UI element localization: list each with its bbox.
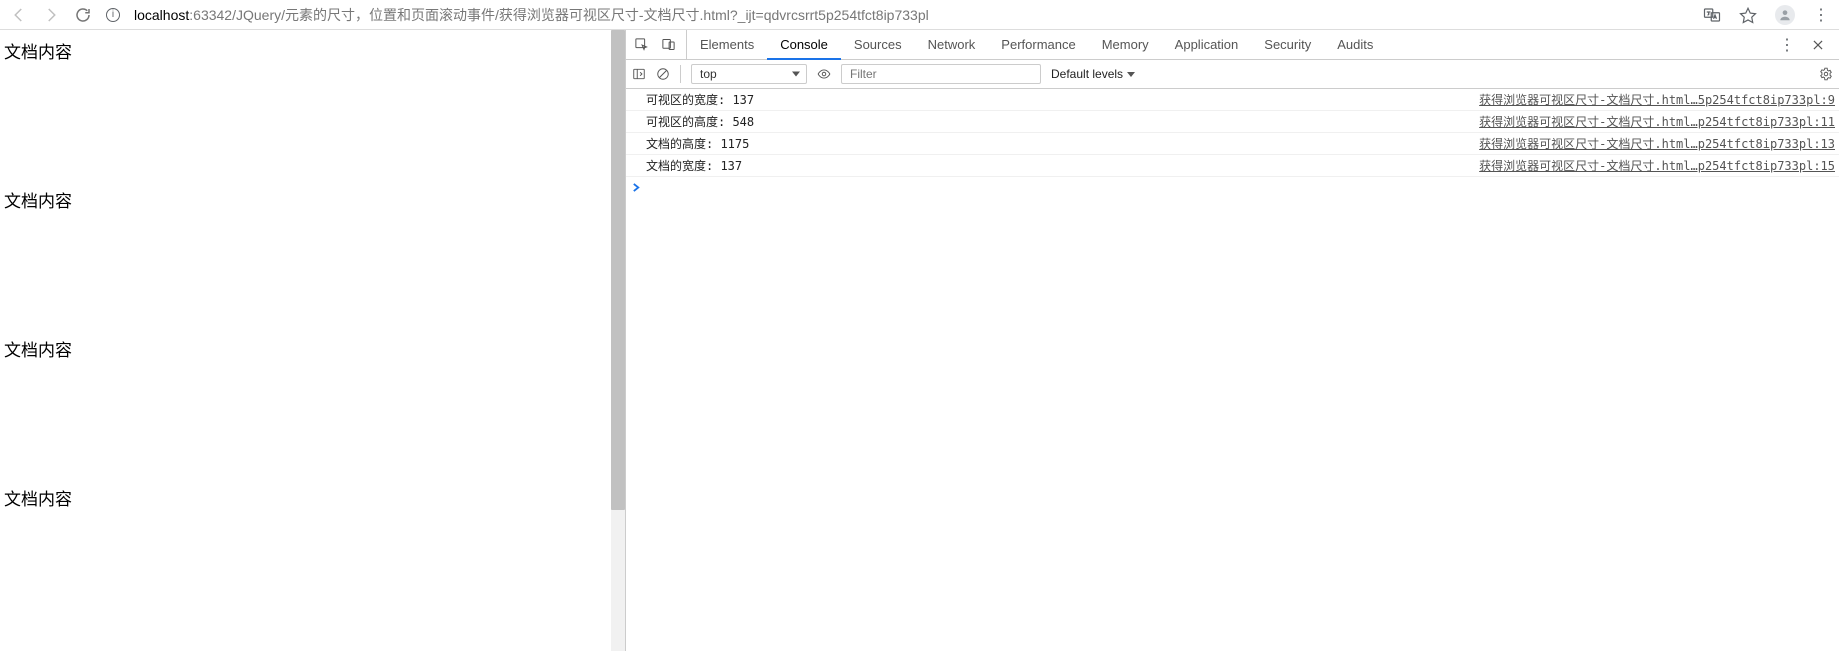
chevron-right-icon bbox=[632, 183, 641, 192]
console-filter-input[interactable] bbox=[841, 64, 1041, 84]
chevron-down-icon bbox=[792, 72, 800, 77]
tab-label: Network bbox=[928, 37, 976, 52]
live-expression-icon[interactable] bbox=[817, 67, 831, 81]
nav-buttons bbox=[10, 6, 92, 24]
devtools-panel: Elements Console Sources Network Perform… bbox=[625, 30, 1839, 651]
star-icon[interactable] bbox=[1739, 6, 1757, 24]
device-toggle-icon[interactable] bbox=[661, 37, 676, 52]
tab-label: Memory bbox=[1102, 37, 1149, 52]
tab-label: Sources bbox=[854, 37, 902, 52]
tab-elements[interactable]: Elements bbox=[687, 30, 767, 59]
tab-label: Console bbox=[780, 37, 828, 52]
url-display[interactable]: localhost:63342/JQuery/元素的尺寸，位置和页面滚动事件/获… bbox=[134, 5, 1689, 25]
inspect-element-icon[interactable] bbox=[634, 37, 649, 52]
console-message: 文档的高度: 1175 bbox=[646, 135, 749, 152]
main-split: 文档内容 文档内容 文档内容 文档内容 Elements Console Sou… bbox=[0, 30, 1839, 651]
console-source-link[interactable]: 获得浏览器可视区尺寸-文档尺寸.html…p254tfct8ip733pl:15 bbox=[1479, 157, 1835, 174]
tab-console[interactable]: Console bbox=[767, 31, 841, 60]
tab-security[interactable]: Security bbox=[1251, 30, 1324, 59]
forward-icon[interactable] bbox=[42, 6, 60, 24]
chevron-down-icon bbox=[1127, 72, 1135, 77]
document-paragraph: 文档内容 bbox=[4, 485, 607, 510]
clear-console-icon[interactable] bbox=[656, 67, 670, 81]
tab-label: Performance bbox=[1001, 37, 1075, 52]
console-source-link[interactable]: 获得浏览器可视区尺寸-文档尺寸.html…p254tfct8ip733pl:11 bbox=[1479, 113, 1835, 130]
console-message: 可视区的宽度: 137 bbox=[646, 91, 754, 108]
tab-audits[interactable]: Audits bbox=[1324, 30, 1386, 59]
devtools-right-icons: ⋮ bbox=[1771, 35, 1833, 55]
console-message-row: 可视区的高度: 548 获得浏览器可视区尺寸-文档尺寸.html…p254tfc… bbox=[626, 111, 1839, 133]
toolbar-right: ⋮ bbox=[1703, 5, 1829, 25]
browser-toolbar: i localhost:63342/JQuery/元素的尺寸，位置和页面滚动事件… bbox=[0, 0, 1839, 30]
log-level-label: Default levels bbox=[1051, 67, 1123, 81]
scrollbar-track[interactable] bbox=[611, 30, 625, 651]
tab-label: Security bbox=[1264, 37, 1311, 52]
document-paragraph: 文档内容 bbox=[4, 187, 607, 212]
console-sidebar-toggle-icon[interactable] bbox=[632, 67, 646, 81]
scrollbar-thumb[interactable] bbox=[611, 30, 625, 510]
devtools-left-icons bbox=[632, 30, 687, 59]
log-level-selector[interactable]: Default levels bbox=[1051, 67, 1135, 81]
url-host: localhost bbox=[134, 7, 189, 23]
devtools-close-icon[interactable] bbox=[1811, 38, 1825, 52]
console-message-row: 文档的宽度: 137 获得浏览器可视区尺寸-文档尺寸.html…p254tfct… bbox=[626, 155, 1839, 177]
context-selector[interactable]: top bbox=[691, 64, 807, 84]
separator bbox=[680, 65, 681, 83]
document-paragraph: 文档内容 bbox=[4, 38, 607, 63]
devtools-tabstrip: Elements Console Sources Network Perform… bbox=[626, 30, 1839, 60]
console-toolbar: top Default levels bbox=[626, 60, 1839, 89]
tab-performance[interactable]: Performance bbox=[988, 30, 1088, 59]
console-message: 可视区的高度: 548 bbox=[646, 113, 754, 130]
console-message-row: 可视区的宽度: 137 获得浏览器可视区尺寸-文档尺寸.html…5p254tf… bbox=[626, 89, 1839, 111]
reload-icon[interactable] bbox=[74, 6, 92, 24]
page-viewport: 文档内容 文档内容 文档内容 文档内容 bbox=[0, 30, 625, 651]
tab-label: Audits bbox=[1337, 37, 1373, 52]
page-scrollbar[interactable] bbox=[611, 30, 625, 651]
tab-application[interactable]: Application bbox=[1162, 30, 1252, 59]
console-message: 文档的宽度: 137 bbox=[646, 157, 742, 174]
console-message-row: 文档的高度: 1175 获得浏览器可视区尺寸-文档尺寸.html…p254tfc… bbox=[626, 133, 1839, 155]
tab-sources[interactable]: Sources bbox=[841, 30, 915, 59]
tab-network[interactable]: Network bbox=[915, 30, 989, 59]
back-icon[interactable] bbox=[10, 6, 28, 24]
console-settings-icon[interactable] bbox=[1819, 67, 1833, 81]
tab-label: Elements bbox=[700, 37, 754, 52]
devtools-menu-icon[interactable]: ⋮ bbox=[1779, 35, 1795, 55]
document-paragraph: 文档内容 bbox=[4, 336, 607, 361]
context-selected-label: top bbox=[700, 67, 717, 81]
console-prompt[interactable] bbox=[626, 177, 1839, 199]
tab-label: Application bbox=[1175, 37, 1239, 52]
browser-menu-icon[interactable]: ⋮ bbox=[1813, 5, 1829, 25]
profile-avatar-icon[interactable] bbox=[1775, 5, 1795, 25]
url-path: :63342/JQuery/元素的尺寸，位置和页面滚动事件/获得浏览器可视区尺寸… bbox=[189, 7, 928, 23]
console-source-link[interactable]: 获得浏览器可视区尺寸-文档尺寸.html…5p254tfct8ip733pl:9 bbox=[1479, 91, 1835, 108]
console-source-link[interactable]: 获得浏览器可视区尺寸-文档尺寸.html…p254tfct8ip733pl:13 bbox=[1479, 135, 1835, 152]
page-body: 文档内容 文档内容 文档内容 文档内容 bbox=[0, 30, 611, 651]
console-body: 可视区的宽度: 137 获得浏览器可视区尺寸-文档尺寸.html…5p254tf… bbox=[626, 89, 1839, 651]
tab-memory[interactable]: Memory bbox=[1089, 30, 1162, 59]
translate-icon[interactable] bbox=[1703, 6, 1721, 24]
site-info-icon[interactable]: i bbox=[106, 8, 120, 22]
